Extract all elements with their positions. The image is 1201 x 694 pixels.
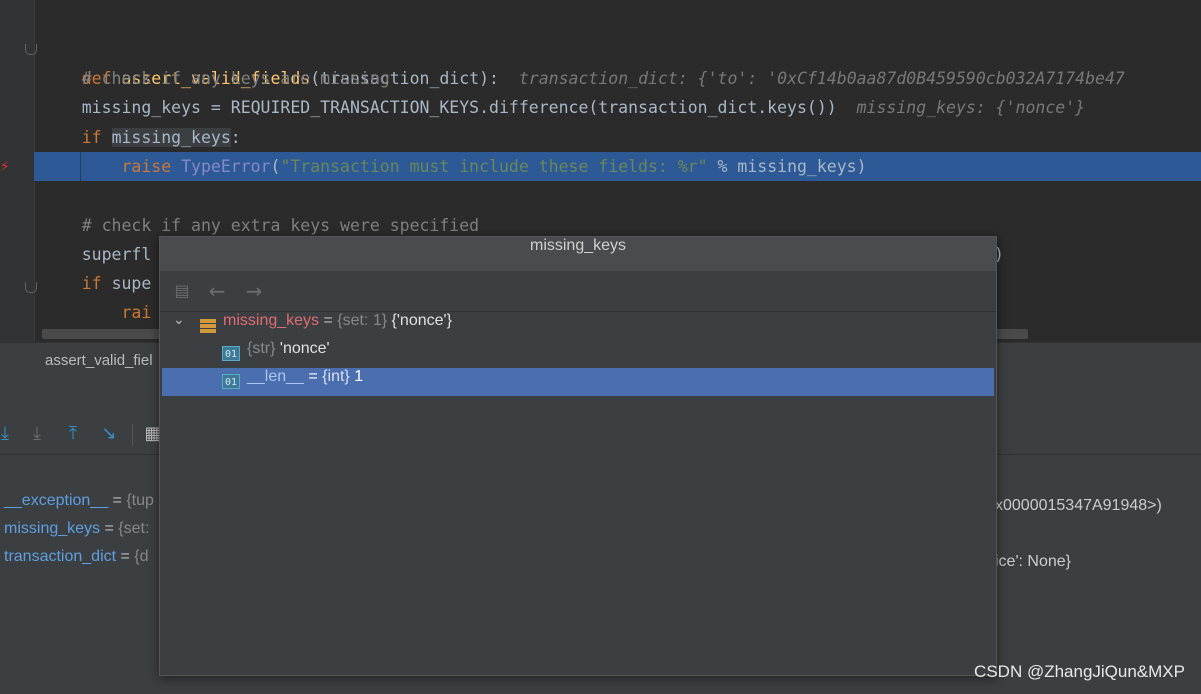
node-name: missing_keys [223, 312, 320, 329]
node-type: {int} [322, 368, 355, 385]
primitive-icon: 01 [222, 374, 240, 389]
code-line-if[interactable]: if supe [42, 269, 152, 298]
run-to-cursor-icon[interactable]: ↘ [98, 423, 120, 445]
toolbar-separator [132, 424, 133, 446]
variable-row[interactable]: __exception__ = {tup [4, 492, 154, 520]
inline-value-hint: missing_keys: {'nonce'} [856, 98, 1086, 117]
tree-row-selected[interactable]: 01 __len__ = {int} 1 [162, 368, 994, 396]
popup-toolbar: ▤ ← → [160, 271, 996, 312]
watermark: CSDN @ZhangJiQun&MXP [974, 662, 1185, 681]
node-value: {'nonce'} [391, 312, 452, 329]
keyword: if [81, 128, 102, 147]
keyword: raise [121, 157, 172, 176]
code-line-if[interactable]: if missing_keys: [42, 123, 241, 152]
breakpoint-bolt-icon[interactable]: ⚡ [0, 156, 10, 175]
node-value: 1 [354, 368, 364, 385]
node-value: 'nonce' [279, 340, 330, 357]
variable-name: transaction_dict [4, 548, 117, 565]
pin-to-watches-icon[interactable]: ▤ [170, 280, 194, 302]
code-line-def[interactable]: def assert_valid_fields(transaction_dict… [42, 35, 1125, 88]
variable-row[interactable]: missing_keys = {set: [4, 520, 149, 548]
code-line-comment[interactable]: # check if any keys are missing [42, 64, 390, 93]
chevron-down-icon[interactable]: ⌄ [173, 312, 185, 328]
keyword: rai [121, 303, 152, 322]
code-text: missing_keys = REQUIRED_TRANSACTION_KEYS… [81, 98, 837, 117]
code-text: % missing_keys) [707, 157, 867, 176]
variable-type: {set: [118, 520, 150, 537]
step-into-icon[interactable]: ⤓ [26, 423, 48, 445]
node-type: {set: 1} [337, 312, 392, 329]
variable-name: __exception__ [4, 492, 109, 509]
comment: # check if any keys are missing [81, 69, 390, 88]
variable-type: {d [134, 548, 149, 565]
comment: # check if any extra keys were specified [81, 216, 480, 235]
variable-type: {tup [126, 492, 154, 509]
class-name: TypeError [181, 157, 271, 176]
code-text: supe [111, 274, 152, 293]
tree-row[interactable]: ⌄ missing_keys = {set: 1} {'nonce'} [162, 312, 994, 340]
keyword: if [81, 274, 102, 293]
node-type: {str} [247, 340, 280, 357]
popup-title[interactable]: missing_keys [160, 237, 996, 271]
fold-icon[interactable] [25, 282, 37, 293]
variable-row[interactable]: transaction_dict = {d [4, 548, 149, 576]
variable-value: ice': None} [995, 553, 1071, 570]
set-icon [200, 319, 216, 333]
fold-icon[interactable] [25, 44, 37, 55]
string-literal: "Transaction must include these fields: … [280, 157, 708, 176]
code-text: ( [270, 157, 281, 176]
tree-row[interactable]: 01 {str} 'nonce' [162, 340, 994, 368]
hovered-variable[interactable]: missing_keys [111, 128, 231, 147]
forward-arrow-icon[interactable]: → [242, 280, 266, 302]
primitive-icon: 01 [222, 346, 240, 361]
inline-value-hint: transaction_dict: {'to': '0xCf14b0aa87d0… [518, 69, 1125, 88]
variable-value: x0000015347A91948>) [995, 497, 1162, 514]
breadcrumb-item[interactable]: assert_valid_fiel [45, 352, 153, 369]
code-line-raise[interactable]: rai [42, 298, 151, 327]
variable-name: missing_keys [4, 520, 101, 537]
code-text: : [230, 128, 241, 147]
variable-inspect-popup[interactable]: missing_keys ▤ ← → ⌄ missing_keys = {set… [159, 236, 997, 676]
step-out-icon[interactable]: ⤒ [62, 423, 84, 445]
back-arrow-icon[interactable]: ← [205, 280, 229, 302]
code-line-superfluous[interactable]: superfl [42, 240, 152, 269]
node-name: __len__ [247, 368, 304, 385]
step-over-icon[interactable]: ⤓ [0, 423, 16, 445]
code-text: superfl [81, 245, 152, 264]
code-line-missing-keys[interactable]: missing_keys = REQUIRED_TRANSACTION_KEYS… [42, 93, 1085, 122]
code-line-raise[interactable]: raise TypeError("Transaction must includ… [42, 152, 867, 181]
